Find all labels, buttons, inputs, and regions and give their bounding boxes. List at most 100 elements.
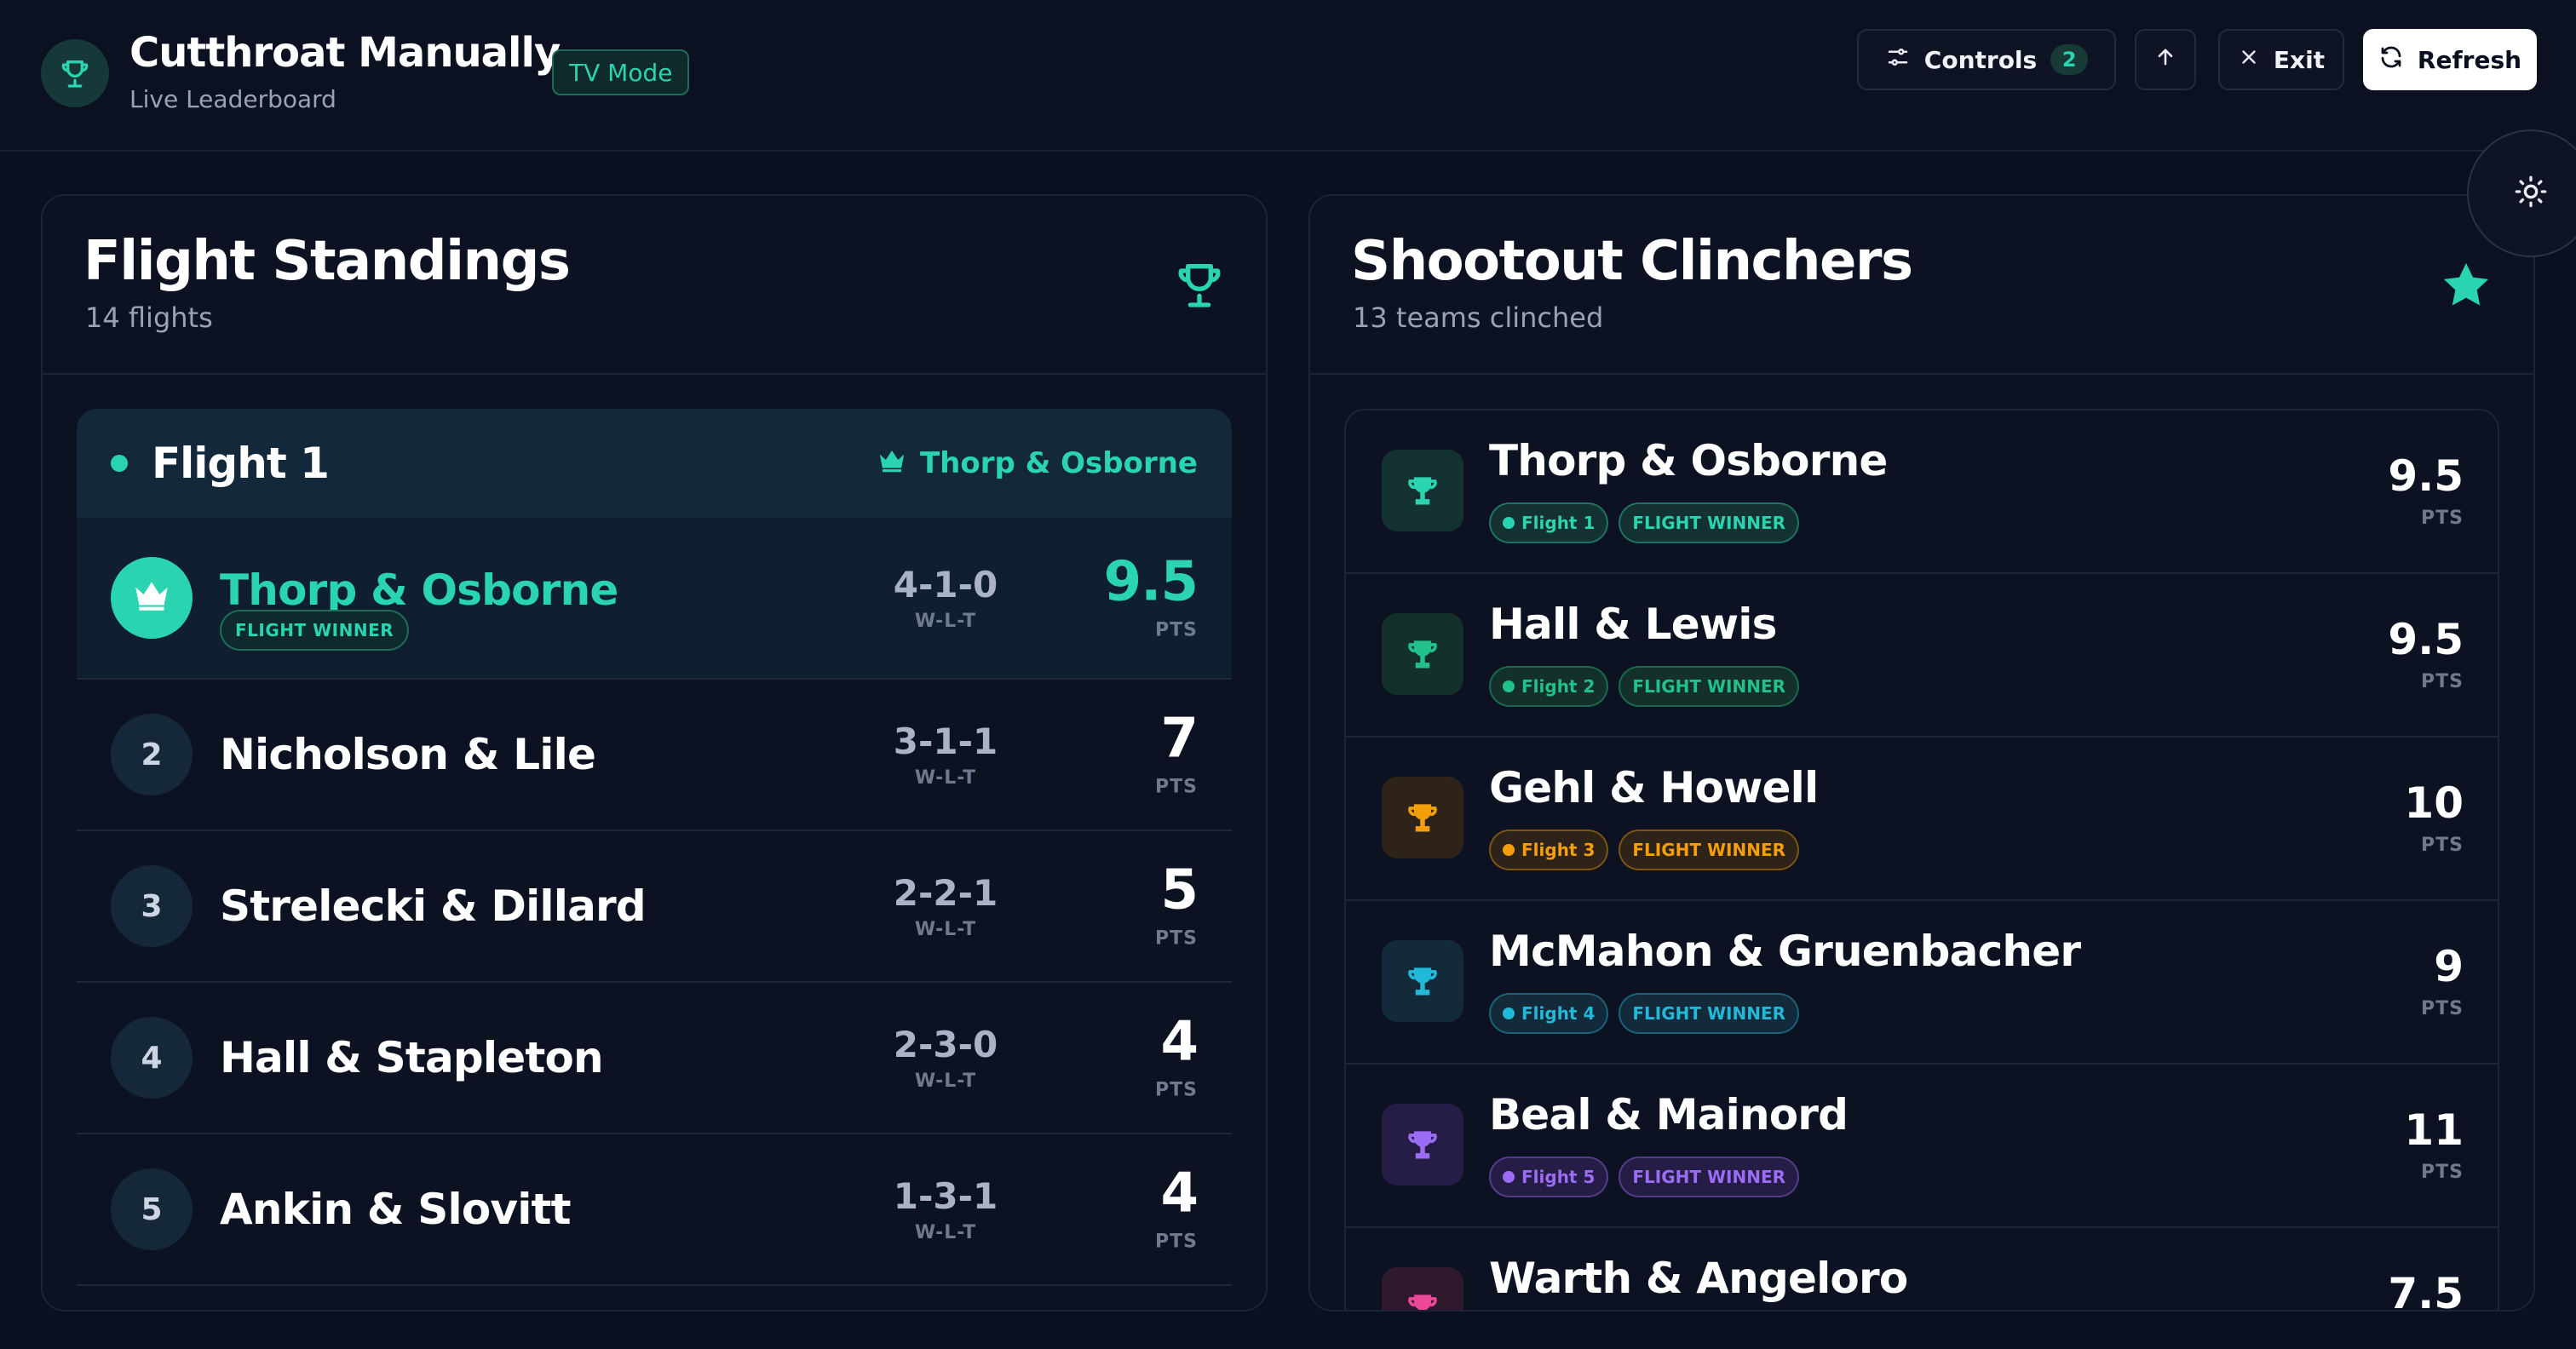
shootout-clinchers-panel: Shootout Clinchers 13 teams clinched Tho…: [1308, 194, 2535, 1312]
sliders-icon: [1885, 44, 1911, 76]
flight-tag-label: Flight 3: [1521, 840, 1596, 860]
team-name: Hall & Stapleton: [220, 1033, 604, 1082]
crown-icon: [130, 573, 173, 623]
status-dot: [1503, 844, 1515, 856]
standing-row[interactable]: 3 Strelecki & Dillard 2-2-1 W-L-T 5 PTS: [77, 831, 1232, 983]
team-name: Gehl & Howell: [1489, 763, 1819, 812]
arrow-up-icon: [2153, 45, 2177, 75]
standing-row[interactable]: 2 Nicholson & Lile 3-1-1 W-L-T 7 PTS: [77, 680, 1232, 831]
flight-tag-label: Flight 1: [1521, 513, 1596, 533]
exit-button[interactable]: Exit: [2218, 29, 2344, 90]
trophy-icon: [1382, 613, 1463, 695]
team-record: 2-2-1 W-L-T: [843, 872, 1048, 940]
app-header: Cutthroat Manually Live Leaderboard TV M…: [0, 0, 2576, 152]
clincher-row[interactable]: Warth & AngeloroFlight 6FLIGHT WINNER7.5…: [1346, 1228, 2498, 1310]
team-name: Thorp & Osborne: [1489, 436, 1888, 485]
sun-icon: [2514, 175, 2548, 212]
points-label: PTS: [2421, 835, 2464, 856]
team-name: Thorp & Osborne: [220, 565, 618, 615]
shootout-clinchers-header: Shootout Clinchers 13 teams clinched: [1310, 196, 2533, 375]
controls-button[interactable]: Controls 2: [1857, 29, 2116, 90]
flight-card: Flight 1 Thorp & Osborne Thorp & Osborne…: [77, 409, 1232, 1310]
points-label: PTS: [2421, 998, 2464, 1019]
refresh-icon: [2378, 44, 2404, 76]
points-label: PTS: [2421, 1162, 2464, 1183]
points-value: 7: [1160, 707, 1199, 771]
refresh-label: Refresh: [2417, 45, 2522, 74]
record-value: 2-3-0: [893, 1024, 998, 1065]
team-points: 9.5 PTS: [2388, 618, 2464, 692]
team-points: 11 PTS: [2404, 1109, 2464, 1183]
flight-tag-label: Flight 2: [1521, 676, 1596, 697]
team-points: 9.5 PTS: [1103, 550, 1199, 641]
record-label: W-L-T: [914, 1222, 977, 1243]
record-label: W-L-T: [914, 767, 977, 789]
refresh-button[interactable]: Refresh: [2363, 29, 2537, 90]
clincher-tags: Flight 1 FLIGHT WINNER: [1489, 502, 1800, 543]
rank-badge: 5: [111, 1168, 193, 1250]
app-title: Cutthroat Manually: [129, 29, 561, 77]
trophy-icon: [1382, 1267, 1463, 1310]
standing-row[interactable]: 5 Ankin & Slovitt 1-3-1 W-L-T 4 PTS: [77, 1134, 1232, 1286]
trophy-icon: [1382, 940, 1463, 1022]
team-name: Beal & Mainord: [1489, 1090, 1849, 1139]
shootout-clinchers-title: Shootout Clinchers: [1351, 230, 1913, 293]
clincher-row[interactable]: Thorp & Osborne Flight 1 FLIGHT WINNER 9.5 P…: [1346, 410, 2498, 574]
team-points: 4 PTS: [1155, 1015, 1199, 1101]
flight-tag: Flight 1: [1489, 502, 1609, 543]
flights-count: 14 flights: [85, 301, 213, 334]
clincher-row[interactable]: Beal & Mainord Flight 5 FLIGHT WINNER 11 PTS: [1346, 1065, 2498, 1228]
controls-count-badge: 2: [2050, 44, 2089, 75]
clincher-row[interactable]: Hall & Lewis Flight 2 FLIGHT WINNER 9.5 PTS: [1346, 574, 2498, 738]
team-name: Warth & Angeloro: [1489, 1254, 1908, 1303]
team-record: 2-3-0 W-L-T: [843, 1024, 1048, 1092]
flight-standings-title: Flight Standings: [83, 230, 571, 293]
record-value: 1-3-1: [893, 1175, 998, 1217]
team-name: McMahon & Gruenbacher: [1489, 927, 2081, 976]
clincher-tags: Flight 5 FLIGHT WINNER: [1489, 1157, 1800, 1197]
clinched-count: 13 teams clinched: [1353, 301, 1604, 334]
record-value: 4-1-0: [893, 564, 998, 606]
points-value: 9.5: [1103, 550, 1199, 614]
record-label: W-L-T: [914, 919, 977, 940]
trophy-icon: [1382, 1104, 1463, 1185]
standing-row[interactable]: Thorp & Osborne FLIGHT WINNER 4-1-0 W-L-…: [77, 518, 1232, 680]
points-value: 10: [2404, 778, 2464, 828]
scroll-up-button[interactable]: [2135, 29, 2196, 90]
trophy-logo-icon: [41, 39, 109, 107]
clinchers-list: Thorp & Osborne Flight 1 FLIGHT WINNER 9.5 P…: [1344, 409, 2499, 1310]
trophy-icon: [1172, 257, 1227, 315]
points-value: 5: [1160, 858, 1199, 922]
points-value: 4: [1160, 1162, 1199, 1226]
flight-winner-tag: FLIGHT WINNER: [1619, 829, 1800, 870]
rank-badge: 3: [111, 865, 193, 947]
team-points: 5 PTS: [1155, 858, 1199, 950]
team-record: 4-1-0 W-L-T: [843, 564, 1048, 632]
clincher-tags: Flight 3 FLIGHT WINNER: [1489, 829, 1800, 870]
points-label: PTS: [1155, 776, 1198, 798]
record-label: W-L-T: [914, 1071, 977, 1092]
flight-name: Flight 1: [152, 439, 330, 488]
points-value: 9.5: [2388, 451, 2464, 501]
team-points: 4 PTS: [1155, 1162, 1199, 1253]
team-points: 7 PTS: [1155, 707, 1199, 798]
clincher-row[interactable]: McMahon & Gruenbacher Flight 4 FLIGHT WINN…: [1346, 901, 2498, 1065]
points-label: PTS: [2421, 508, 2464, 529]
rank-badge: 4: [111, 1017, 193, 1099]
flight-standings-panel: Flight Standings 14 flights Flight 1 Tho…: [41, 194, 1268, 1312]
standing-row[interactable]: 4 Hall & Stapleton 2-3-0 W-L-T 4 PTS: [77, 983, 1232, 1134]
crown-icon: [876, 444, 908, 484]
status-dot: [1503, 1007, 1515, 1019]
crown-rank-badge: [111, 557, 193, 639]
clincher-tags: Flight 2 FLIGHT WINNER: [1489, 666, 1800, 707]
team-points: 9 PTS: [2421, 945, 2464, 1019]
flight-leader: Thorp & Osborne: [876, 444, 1198, 484]
clincher-row[interactable]: Gehl & Howell Flight 3 FLIGHT WINNER 10 PTS: [1346, 738, 2498, 901]
team-record: 1-3-1 W-L-T: [843, 1175, 1048, 1243]
exit-label: Exit: [2273, 45, 2326, 74]
record-label: W-L-T: [914, 611, 977, 632]
team-points: 7.5PTS: [2388, 1272, 2464, 1310]
points-label: PTS: [2421, 671, 2464, 692]
close-icon: [2238, 46, 2260, 74]
flight-tag-label: Flight 4: [1521, 1003, 1596, 1024]
